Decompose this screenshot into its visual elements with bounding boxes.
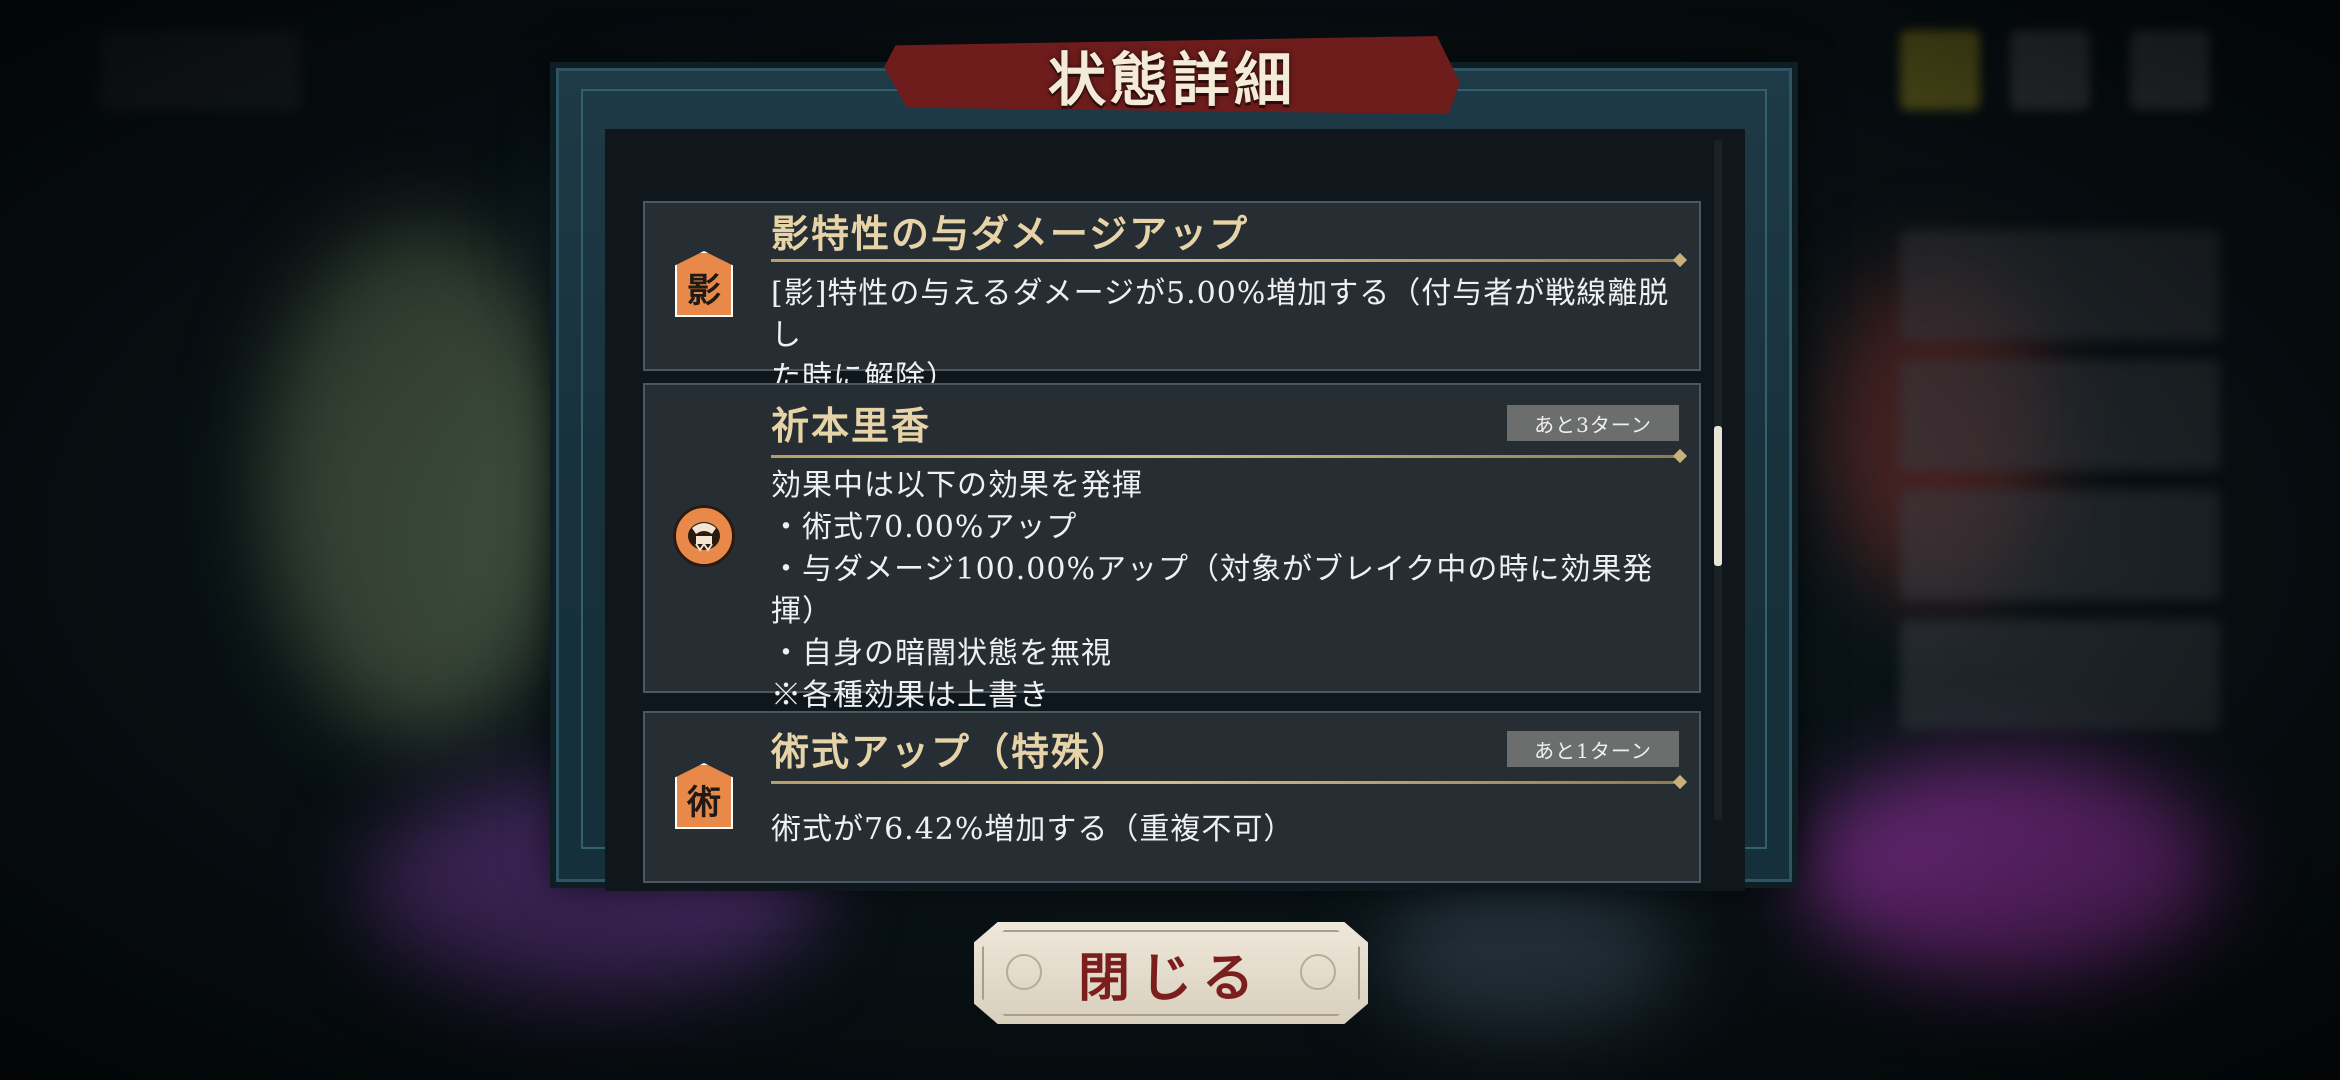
effect-title: 影特性の与ダメージアップ [771,211,1250,256]
turns-remaining-badge: あと3ターン [1507,405,1679,441]
effect-card: 影 影特性の与ダメージアップ [影]特性の与えるダメージが5.00%増加する（付… [643,201,1701,395]
effect-card: 術 術式アップ（特殊） あと1ターン 術式が76.42%増加する（重複不可） [643,711,1701,883]
dialog-title: 状態詳細 [1047,46,1296,114]
close-button[interactable]: 閉じる [974,922,1368,1024]
dialog-title-banner: 状態詳細 [884,36,1460,114]
decor-circle [1006,954,1042,990]
scrollbar-thumb[interactable] [1714,426,1722,566]
title-divider [771,781,1679,784]
effect-title: 術式アップ（特殊） [771,729,1132,774]
turns-remaining-badge: あと1ターン [1507,731,1679,767]
effect-description: [影]特性の与えるダメージが5.00%増加する（付与者が戦線離脱し た時に解除） [771,276,1670,395]
status-detail-dialog: 影 影特性の与ダメージアップ [影]特性の与えるダメージが5.00%増加する（付… [556,68,1792,891]
shadow-attribute-icon: 影 [673,251,735,317]
effect-description: 術式が76.42%増加する（重複不可） [771,812,1295,847]
effect-description: 効果中は以下の効果を発揮 ・術式70.00%アップ ・与ダメージ100.00%ア… [771,468,1654,713]
effect-list[interactable]: 影 影特性の与ダメージアップ [影]特性の与えるダメージが5.00%増加する（付… [605,129,1745,891]
title-divider [771,259,1679,262]
effect-title: 祈本里香 [771,403,932,448]
close-button-label: 閉じる [1077,947,1264,1009]
title-divider [771,455,1679,458]
effect-card: 祈本里香 あと3ターン 効果中は以下の効果を発揮 ・術式70.00%アップ ・与… [643,383,1701,713]
decor-circle [1300,954,1336,990]
jutsushiki-icon: 術 [673,763,735,829]
rika-orimoto-icon [673,505,735,567]
